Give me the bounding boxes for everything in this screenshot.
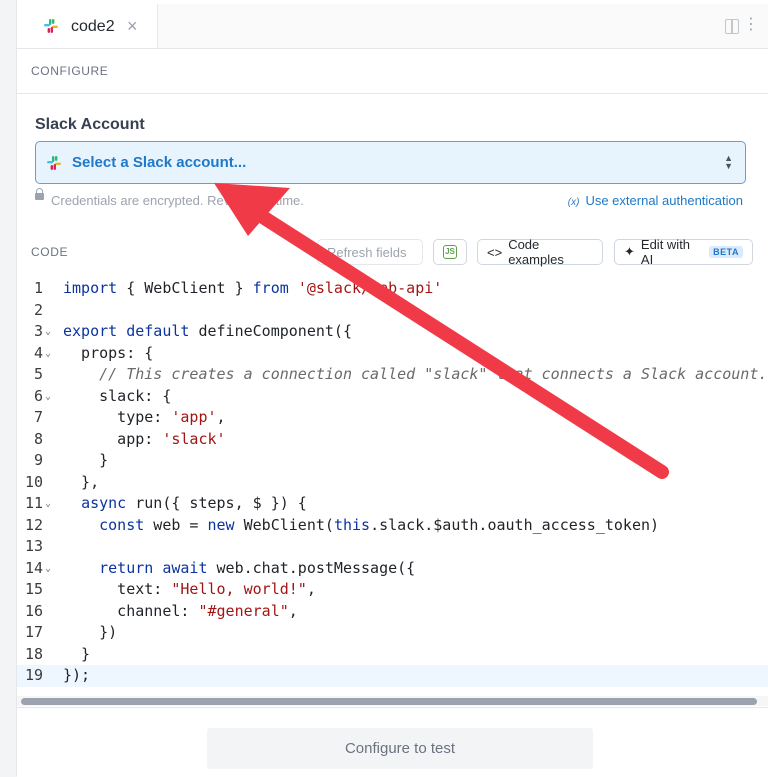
line-number: 14 [24,558,43,577]
code-brackets-icon: <> [487,244,503,260]
fold-chevron-icon[interactable]: ⌄ [45,386,51,408]
line-number: 19 [24,666,43,684]
code-line[interactable]: 16 channel: "#general", [17,601,768,623]
code-text: slack: { [63,386,172,405]
variable-icon: (x) [567,197,580,208]
line-number: 6 [33,386,43,405]
line-number: 1 [33,279,43,297]
code-line[interactable]: 19}); [17,665,768,687]
nodejs-button[interactable]: JS [433,239,467,265]
configure-header: CONFIGURE [17,49,768,94]
tab-code2[interactable]: code2 × [17,4,158,48]
line-number: 9 [33,451,43,469]
line-number: 16 [24,601,43,620]
code-line[interactable]: 18 } [17,644,768,666]
external-auth-link[interactable]: (x) Use external authentication [568,193,743,208]
code-text: // This creates a connection called "sla… [99,365,768,383]
code-text: export default defineComponent({ [63,322,352,340]
code-line[interactable]: 12 const web = new WebClient(this.slack.… [17,515,768,537]
tab-bar: code2 × ⋮ [17,4,768,49]
more-options-icon[interactable]: ⋮ [743,15,759,35]
select-placeholder: Select a Slack account... [72,154,247,171]
code-line[interactable]: 14 ⌄ return await web.chat.postMessage({ [17,558,768,580]
slack-logo-icon [44,19,58,33]
code-examples-label: Code examples [508,237,564,267]
code-line[interactable]: 10 }, [17,472,768,494]
code-line[interactable]: 7 type: 'app', [17,407,768,429]
fold-chevron-icon[interactable]: ⌄ [45,321,51,343]
line-number: 12 [24,515,43,534]
slack-account-select[interactable]: Select a Slack account... ▲ ▼ [35,141,746,184]
slack-account-label: Slack Account [35,116,145,133]
code-line[interactable]: 6 ⌄ slack: { [17,386,768,408]
configure-to-test-button[interactable]: Configure to test [207,728,593,769]
code-line[interactable]: 8 app: 'slack' [17,429,768,451]
code-text: } [63,451,109,469]
fold-chevron-icon[interactable]: ⌄ [45,558,51,580]
edit-with-ai-button[interactable]: ✦ Edit with AI BETA [614,237,753,267]
configure-to-test-label: Configure to test [344,740,456,757]
line-number: 2 [33,300,43,319]
line-number: 10 [24,472,43,491]
code-line[interactable]: 3 ⌄ export default defineComponent({ [17,321,768,343]
code-text: app: 'slack' [63,429,226,448]
code-line[interactable]: 11 ⌄ async run({ steps, $ }) { [17,493,768,515]
code-line[interactable]: 5 // This creates a connection called "s… [17,364,768,386]
line-number: 7 [33,408,43,426]
line-number: 17 [24,623,43,641]
beta-badge: BETA [709,246,743,258]
nodejs-icon: JS [443,245,457,259]
code-line[interactable]: 1 import { WebClient } from '@slack/web-a… [17,278,768,300]
line-number: 4 [33,343,43,362]
code-text: type: 'app', [63,408,226,426]
code-line[interactable]: 15 text: "Hello, world!", [17,579,768,601]
fold-chevron-icon[interactable]: ⌄ [45,493,51,515]
lock-icon [35,188,44,200]
tab-title: code2 [71,18,115,35]
refresh-fields-button[interactable]: Refresh fields [317,239,423,265]
code-text: import { WebClient } from '@slack/web-ap… [63,279,443,297]
line-number: 13 [24,537,43,555]
code-text: channel: "#general", [63,601,298,620]
sparkle-icon: ✦ [624,244,635,259]
step-panel: code2 × ⋮ CONFIGURE Slack Account Select… [16,0,768,777]
code-line[interactable]: 13 [17,536,768,558]
configure-label: CONFIGURE [31,64,109,78]
refresh-fields-label: Refresh fields [327,244,407,260]
footer: Configure to test [17,707,768,777]
code-label: CODE [31,245,69,259]
code-line[interactable]: 17 }) [17,622,768,644]
select-chevron-icon: ▲ ▼ [724,153,733,171]
code-line[interactable]: 9 } [17,450,768,472]
line-number: 3 [33,322,43,340]
code-text: return await web.chat.postMessage({ [99,558,416,577]
code-text: }) [63,623,118,641]
fold-chevron-icon[interactable]: ⌄ [45,343,51,365]
code-text: text: "Hello, world!", [63,580,316,598]
code-text: const web = new WebClient(this.slack.$au… [99,515,660,534]
line-number: 5 [33,365,43,383]
close-icon[interactable]: × [127,16,138,37]
slack-logo-icon [47,156,61,170]
code-line[interactable]: 4 ⌄ props: { [17,343,768,365]
horizontal-scrollbar-thumb[interactable] [21,698,757,705]
code-line[interactable]: 2 [17,300,768,322]
line-number: 18 [24,644,43,663]
code-text: }, [63,472,100,491]
code-text: }); [63,666,91,684]
line-number: 15 [24,580,43,598]
edit-ai-label: Edit with AI [640,237,691,267]
line-number: 8 [33,429,43,448]
external-auth-label: Use external authentication [585,193,743,208]
code-text: async run({ steps, $ }) { [81,494,307,512]
code-text: props: { [63,343,154,362]
line-number: 11 [24,494,43,512]
split-view-icon[interactable] [725,19,739,34]
code-examples-button[interactable]: <> Code examples [477,237,603,267]
code-editor[interactable]: 1 import { WebClient } from '@slack/web-a… [17,274,768,694]
credentials-note: Credentials are encrypted. Revoke anytim… [51,193,304,208]
code-text: } [63,644,91,663]
